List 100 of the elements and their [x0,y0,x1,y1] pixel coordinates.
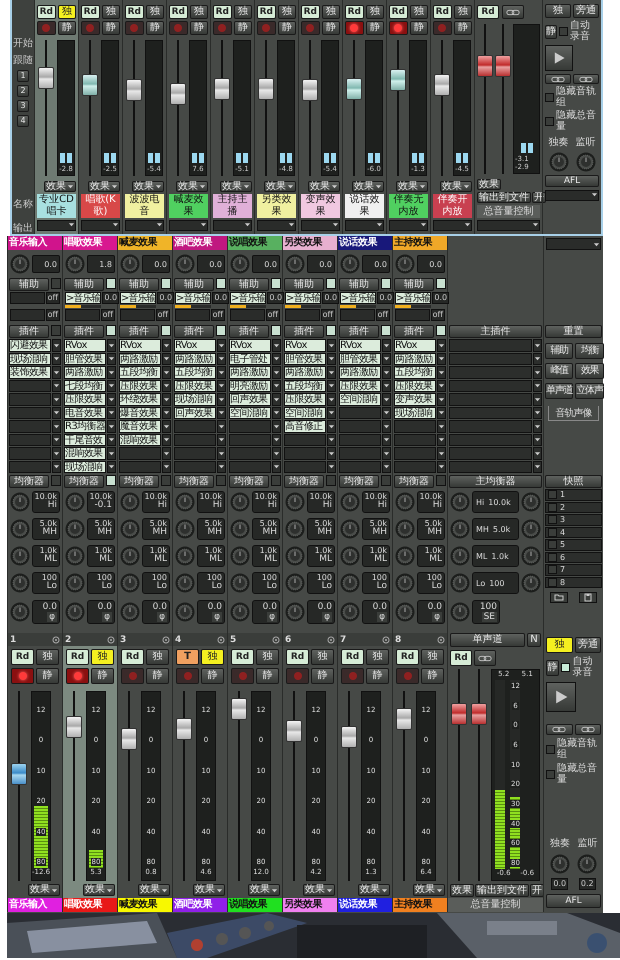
aux-toggle[interactable] [436,278,446,289]
slot-dropdown[interactable] [382,352,391,365]
slot-dropdown[interactable] [327,460,336,473]
knob[interactable] [65,492,85,512]
slot-dropdown[interactable] [272,366,281,378]
slot-dropdown[interactable] [162,434,171,446]
insert-slot[interactable]: 压限效果 [64,393,106,406]
bypass-button[interactable]: 旁通 [574,637,601,653]
slot-dropdown[interactable] [437,366,446,378]
slot-dropdown[interactable] [107,366,116,378]
eq-header[interactable]: 均衡器 [174,475,214,488]
phase-button[interactable]: φ [47,612,57,622]
aux-header[interactable]: 辅助 [339,278,379,291]
checkbox[interactable] [545,93,554,102]
afl-button[interactable]: AFL [546,894,601,908]
phase-button[interactable]: φ [377,612,387,622]
mute-button[interactable]: 静 [190,21,208,35]
record-mode-button[interactable]: Rd [341,649,364,665]
mute-button[interactable]: 静 [454,21,472,35]
effects-dropdown[interactable]: 效果 [28,884,60,896]
record-mode-button[interactable]: Rd [286,649,309,665]
insert-slot[interactable]: 五段均衡 [394,366,436,378]
insert-slot[interactable]: 空间混响 [229,406,271,419]
slot-dropdown[interactable] [272,352,281,365]
fader-handle[interactable] [176,718,192,740]
reset-header[interactable]: 重置 [545,325,602,338]
export-button[interactable]: 输出到文件 [477,192,531,203]
slot-dropdown[interactable] [217,339,226,352]
eq-toggle[interactable] [161,475,171,486]
fader-handle[interactable] [38,67,54,90]
record-mode-button[interactable]: Rd [37,5,56,19]
slot-dropdown[interactable] [437,406,446,419]
fader-handle[interactable] [82,74,98,96]
group-button[interactable]: 2 [17,85,29,97]
insert-slot[interactable]: RVox [394,339,436,352]
slot-dropdown[interactable] [272,380,281,392]
mute-button[interactable]: 静 [421,668,444,684]
knob[interactable] [521,546,541,566]
eq-header[interactable]: 均衡器 [9,475,49,488]
knob[interactable] [230,519,250,539]
link-button[interactable] [502,5,524,19]
eq-toggle[interactable] [436,475,446,486]
insert-slot[interactable]: 爆音效果 [119,406,161,419]
folder-icon[interactable] [550,592,568,603]
insert-slot[interactable]: 环绕效果 [119,393,161,406]
effects-dropdown[interactable]: 效果 [132,181,164,192]
slot-dropdown[interactable] [52,339,61,352]
knob[interactable] [10,492,30,512]
slot-dropdown[interactable] [107,460,116,473]
record-arm-button[interactable] [11,668,34,684]
slot-dropdown[interactable] [162,339,171,352]
insert-toggle[interactable] [161,325,171,336]
slot-dropdown[interactable] [162,393,171,406]
mute-button[interactable]: 静 [91,668,114,684]
slot-dropdown[interactable] [382,366,391,378]
slot-dropdown[interactable] [327,434,336,446]
fader-handle[interactable] [126,78,142,101]
aux-header[interactable]: 辅助 [284,278,324,291]
target-icon[interactable] [107,636,115,644]
slot-dropdown[interactable] [52,406,61,419]
record-arm-button[interactable] [66,668,89,684]
slot-dropdown[interactable] [217,460,226,473]
mute-button[interactable]: 静 [36,668,59,684]
output-dropdown[interactable] [37,220,76,231]
effects-dropdown[interactable]: 效果 [138,884,170,896]
record-mode-button[interactable]: Rd [121,649,144,665]
slot-dropdown[interactable] [52,447,61,460]
save-icon[interactable] [579,592,598,603]
record-mode-button[interactable]: Rd [11,649,34,665]
slot-dropdown[interactable] [162,447,171,460]
insert-slot[interactable]: 胆管效果 [64,352,106,365]
insert-slot[interactable]: 压限效果 [174,380,216,392]
knob[interactable] [230,546,250,566]
n-button[interactable]: N [527,633,541,647]
slot-dropdown[interactable] [437,460,446,473]
solo-button[interactable]: 独 [278,5,296,19]
slot-dropdown[interactable] [533,339,542,352]
insert-slot[interactable]: 现场混响 [9,352,51,365]
insert-slot[interactable]: 两路激励 [119,352,161,365]
slot-dropdown[interactable] [162,366,171,378]
insert-slot[interactable]: RVox [64,339,106,352]
knob[interactable] [395,519,415,539]
insert-header[interactable]: 插件 [394,325,434,338]
solo-button[interactable]: 独 [546,637,572,653]
record-mode-button[interactable]: Rd [125,5,144,19]
snapshot-slot[interactable]: 3 [545,514,602,526]
output-dropdown[interactable] [345,220,384,231]
mute-button[interactable]: 静 [366,668,389,684]
effects-dropdown[interactable]: 效果 [303,884,335,896]
slot-dropdown[interactable] [52,380,61,392]
slot-dropdown[interactable] [437,447,446,460]
eq-header[interactable]: 均衡器 [394,475,434,488]
slot-dropdown[interactable] [272,393,281,406]
knob[interactable] [10,519,30,539]
effects-dropdown[interactable]: 效果 [44,181,76,192]
insert-slot[interactable]: 两路激励 [339,366,381,378]
knob[interactable] [450,573,470,593]
solo-button[interactable]: 独 [146,649,169,665]
knob[interactable] [450,602,470,622]
eq-toggle[interactable] [381,475,391,486]
